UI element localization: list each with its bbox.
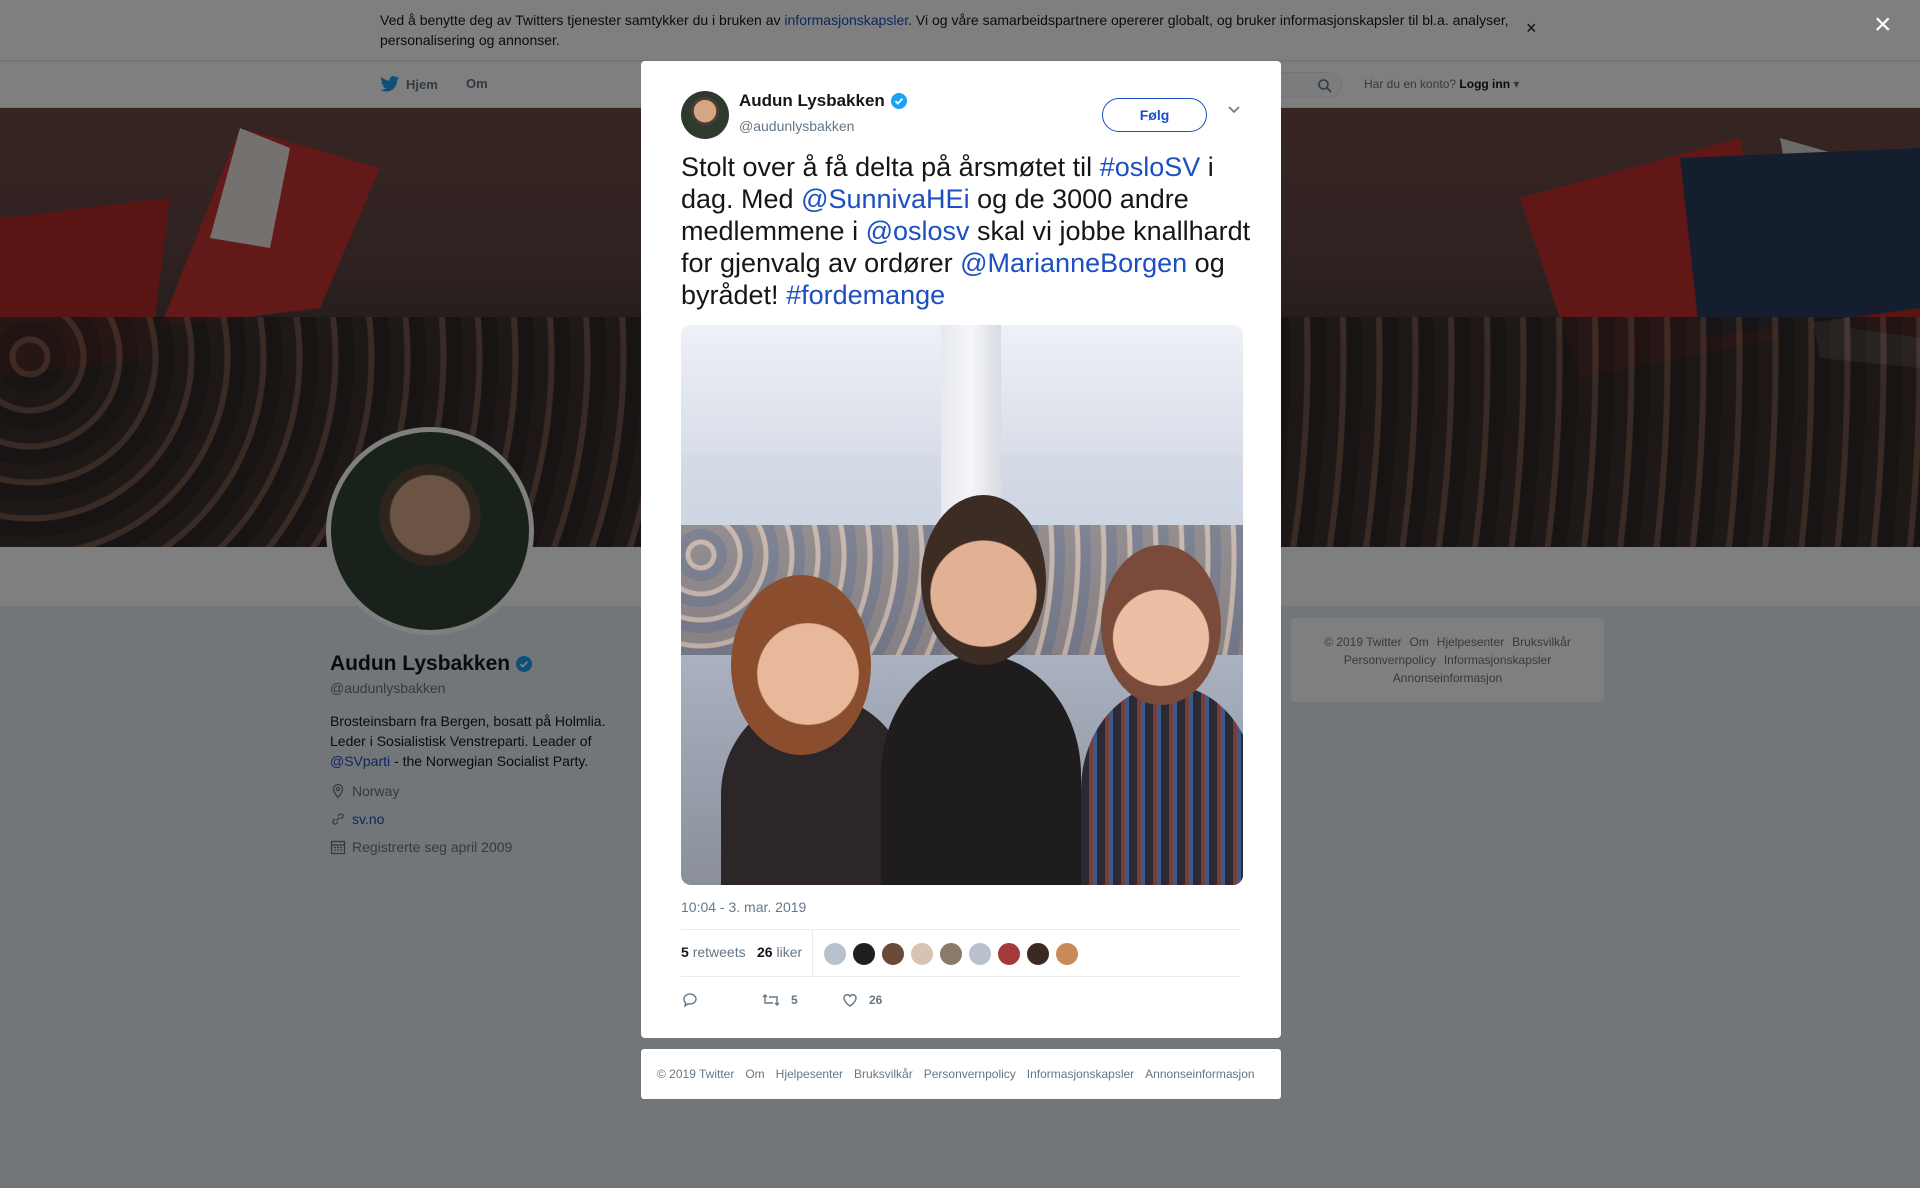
footer-ads-info[interactable]: Annonseinformasjon [1145,1067,1254,1081]
retweet-label: retweets [692,944,746,960]
liker-avatar[interactable] [1026,942,1050,966]
liker-avatar[interactable] [852,942,876,966]
tweet-timestamp[interactable]: 10:04 - 3. mar. 2019 [681,899,806,915]
liker-avatar[interactable] [939,942,963,966]
retweet-count: 5 [681,944,689,960]
verified-badge-icon [890,93,907,109]
footer-about[interactable]: Om [745,1067,764,1081]
footer-cookies[interactable]: Informasjonskapsler [1027,1067,1134,1081]
retweet-stat[interactable]: 5 retweets [681,944,746,960]
like-stat[interactable]: 26 liker [757,944,802,960]
liker-avatar[interactable] [910,942,934,966]
heart-icon [843,994,857,1007]
footer-terms[interactable]: Bruksvilkår [854,1067,913,1081]
tweet-author-avatar[interactable] [681,91,729,139]
chevron-down-icon[interactable] [1227,105,1241,115]
retweet-button[interactable]: 5 [761,991,798,1009]
follow-button[interactable]: Følg [1102,98,1207,132]
tweet-photo[interactable] [681,325,1243,885]
tweet-text-segment: Stolt over å få delta på årsmøtet til [681,152,1100,182]
mention-link[interactable]: @oslosv [866,216,970,246]
retweet-icon [762,994,780,1006]
tweet-author-handle[interactable]: @audunlysbakken [739,118,854,134]
liker-avatar[interactable] [968,942,992,966]
modal-footer: © 2019 Twitter Om Hjelpesenter Bruksvilk… [641,1049,1281,1099]
close-icon[interactable]: × [1874,10,1892,40]
liker-avatars [823,942,1079,966]
tweet-text: Stolt over å få delta på årsmøtet til #o… [681,151,1251,311]
tweet-actions: 5 26 [681,989,1241,1019]
like-label: liker [776,944,803,960]
like-action-count: 26 [869,993,883,1007]
liker-avatar[interactable] [881,942,905,966]
mention-link[interactable]: @SunnivaHEi [801,184,970,214]
like-count: 26 [757,944,773,960]
liker-avatar[interactable] [997,942,1021,966]
hashtag-link[interactable]: #osloSV [1100,152,1201,182]
footer-help[interactable]: Hjelpesenter [776,1067,843,1081]
reply-icon [683,993,697,1008]
tweet-stats: 5 retweets 26 liker [681,929,1241,977]
footer-privacy[interactable]: Personvernpolicy [924,1067,1016,1081]
liker-avatar[interactable] [1055,942,1079,966]
tweet-modal: Audun Lysbakken @audunlysbakken Følg Sto… [641,61,1281,1038]
mention-link[interactable]: @MarianneBorgen [960,248,1187,278]
liker-avatar[interactable] [823,942,847,966]
footer-copyright[interactable]: © 2019 Twitter [657,1067,734,1081]
tweet-author-name-row[interactable]: Audun Lysbakken [739,91,908,111]
retweet-action-count: 5 [791,993,798,1007]
reply-button[interactable] [681,991,699,1009]
like-button[interactable]: 26 [841,991,882,1009]
tweet-author-name[interactable]: Audun Lysbakken [739,91,885,111]
hashtag-link[interactable]: #fordemange [786,280,945,310]
